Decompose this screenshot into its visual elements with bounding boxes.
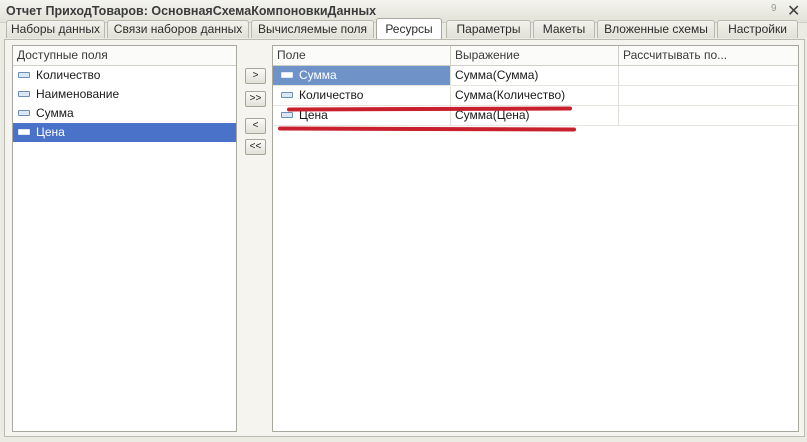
column-calculate-by[interactable]: Рассчитывать по... — [619, 46, 797, 65]
list-item[interactable]: Цена — [13, 123, 236, 142]
resources-table[interactable]: Поле Выражение Рассчитывать по... Сумма … — [272, 45, 799, 432]
tab-resources[interactable]: Ресурсы — [376, 18, 442, 39]
field-icon — [18, 109, 30, 116]
tab-nested-schemas[interactable]: Вложенные схемы — [597, 20, 715, 38]
close-icon[interactable]: ✕ — [787, 1, 800, 21]
field-icon — [18, 71, 30, 78]
column-expression[interactable]: Выражение — [451, 46, 619, 65]
remove-field-button[interactable]: < — [245, 118, 266, 134]
table-row[interactable]: Сумма Сумма(Сумма) — [273, 66, 798, 86]
expression-cell[interactable]: Сумма(Сумма) — [451, 66, 619, 85]
column-field[interactable]: Поле — [273, 46, 451, 65]
table-header: Поле Выражение Рассчитывать по... — [273, 46, 798, 66]
calculate-by-cell[interactable] — [619, 66, 797, 85]
title-number: 9 — [771, 3, 777, 14]
list-item[interactable]: Количество — [13, 66, 236, 85]
add-field-button[interactable]: > — [245, 68, 266, 84]
field-icon — [281, 71, 293, 78]
tab-calculated-fields[interactable]: Вычисляемые поля — [251, 20, 374, 38]
field-icon — [18, 128, 30, 135]
remove-all-fields-button[interactable]: << — [245, 139, 266, 155]
field-icon — [281, 91, 293, 98]
add-all-fields-button[interactable]: >> — [245, 91, 266, 107]
calculate-by-cell[interactable] — [619, 86, 797, 105]
list-item[interactable]: Сумма — [13, 104, 236, 123]
tab-data-set-links[interactable]: Связи наборов данных — [107, 20, 249, 38]
tab-settings[interactable]: Настройки — [717, 20, 798, 38]
expression-cell[interactable]: Сумма(Количество) — [451, 86, 619, 105]
list-item[interactable]: Наименование — [13, 85, 236, 104]
tab-data-sets[interactable]: Наборы данных — [6, 20, 105, 38]
tab-parameters[interactable]: Параметры — [446, 20, 531, 38]
calculate-by-cell[interactable] — [619, 106, 797, 125]
field-cell[interactable]: Количество — [273, 86, 451, 105]
field-icon — [281, 111, 293, 118]
field-icon — [18, 90, 30, 97]
tab-templates[interactable]: Макеты — [533, 20, 595, 38]
table-row[interactable]: Количество Сумма(Количество) — [273, 86, 798, 106]
window-title: Отчет ПриходТоваров: ОсновнаяСхемаКомпон… — [6, 4, 377, 18]
annotation-underline — [277, 126, 577, 132]
field-cell[interactable]: Сумма — [273, 66, 451, 85]
available-fields-list[interactable]: Доступные поля Количество Наименование С… — [12, 45, 237, 432]
resources-panel: Доступные поля Количество Наименование С… — [4, 39, 805, 437]
available-fields-header: Доступные поля — [13, 46, 236, 66]
